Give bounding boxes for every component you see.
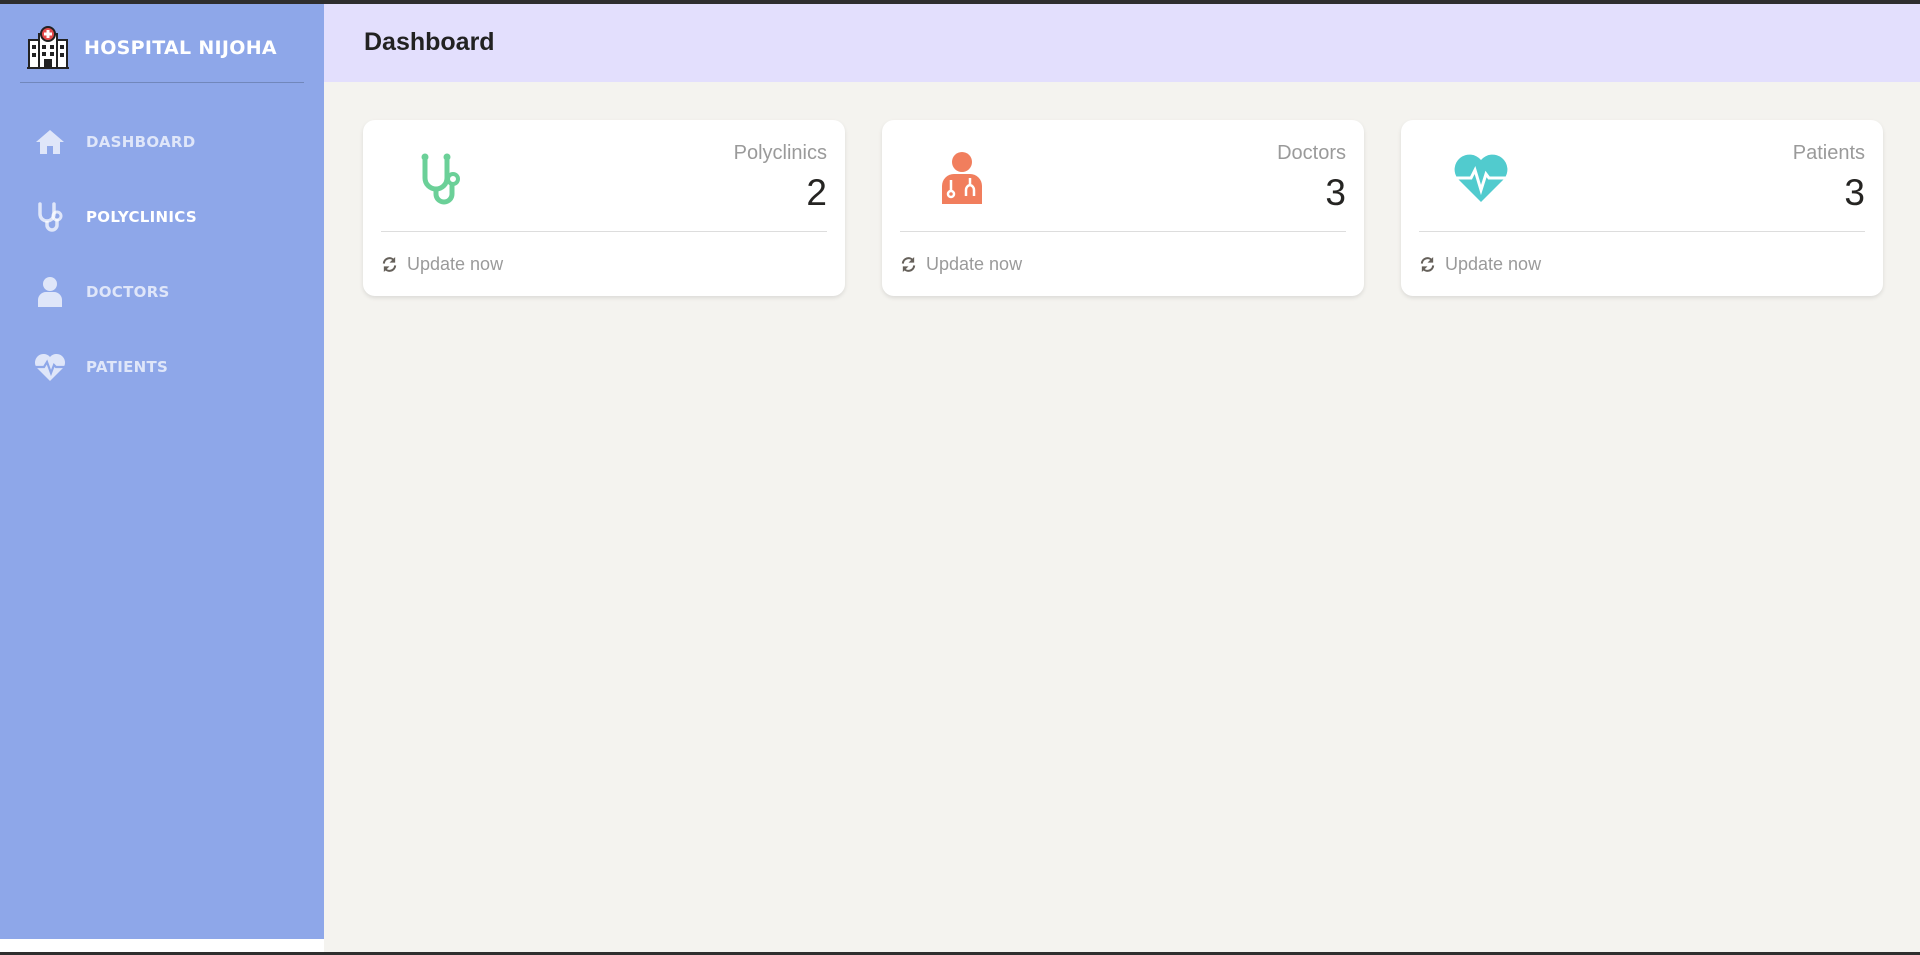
doctor-icon [34, 276, 66, 308]
update-now-label: Update now [407, 254, 504, 274]
hospital-building-icon [27, 26, 69, 69]
sidebar-item-dashboard[interactable]: DASHBOARD [0, 104, 324, 179]
sidebar-item-label: DOCTORS [86, 282, 170, 301]
brand-divider [20, 82, 304, 83]
card-category: Doctors [1277, 142, 1346, 164]
card-count: 3 [1844, 172, 1865, 213]
sidebar-item-patients[interactable]: PATIENTS [0, 329, 324, 404]
refresh-icon [382, 256, 397, 273]
card-divider [900, 231, 1346, 232]
refresh-icon [901, 256, 916, 273]
sidebar-footer [0, 939, 324, 952]
brand[interactable]: HOSPITAL NIJOHA [20, 20, 304, 76]
stats-card-polyclinics: Polyclinics 2 Update now [363, 120, 845, 296]
sidebar: HOSPITAL NIJOHA DASHBOARD POLYCLINICS DO… [0, 4, 324, 939]
sidebar-nav: DASHBOARD POLYCLINICS DOCTORS PATIENTS [0, 104, 324, 404]
top-navbar: Dashboard [324, 4, 1920, 82]
refresh-icon [1420, 256, 1435, 273]
update-now-link[interactable]: Update now [381, 254, 503, 275]
update-now-label: Update now [926, 254, 1023, 274]
heartbeat-icon [34, 351, 66, 383]
sidebar-item-label: PATIENTS [86, 357, 169, 376]
brand-name: HOSPITAL NIJOHA [84, 37, 277, 59]
stethoscope-icon [34, 201, 66, 233]
update-now-link[interactable]: Update now [900, 254, 1022, 275]
doctor-icon [942, 152, 982, 204]
sidebar-item-label: POLYCLINICS [86, 207, 197, 226]
update-now-label: Update now [1445, 254, 1542, 274]
card-divider [381, 231, 827, 232]
card-count: 3 [1325, 172, 1346, 213]
sidebar-item-polyclinics[interactable]: POLYCLINICS [0, 179, 324, 254]
sidebar-item-doctors[interactable]: DOCTORS [0, 254, 324, 329]
home-icon [34, 126, 66, 158]
card-category: Patients [1792, 142, 1865, 164]
stats-card-doctors: Doctors 3 Update now [882, 120, 1364, 296]
card-divider [1419, 231, 1865, 232]
heartbeat-icon [1454, 154, 1508, 202]
stethoscope-icon [421, 153, 460, 205]
sidebar-item-label: DASHBOARD [86, 132, 196, 151]
card-count: 2 [806, 172, 827, 213]
update-now-link[interactable]: Update now [1419, 254, 1541, 275]
stats-card-patients: Patients 3 Update now [1401, 120, 1883, 296]
page-title: Dashboard [364, 28, 495, 56]
card-category: Polyclinics [733, 142, 827, 164]
